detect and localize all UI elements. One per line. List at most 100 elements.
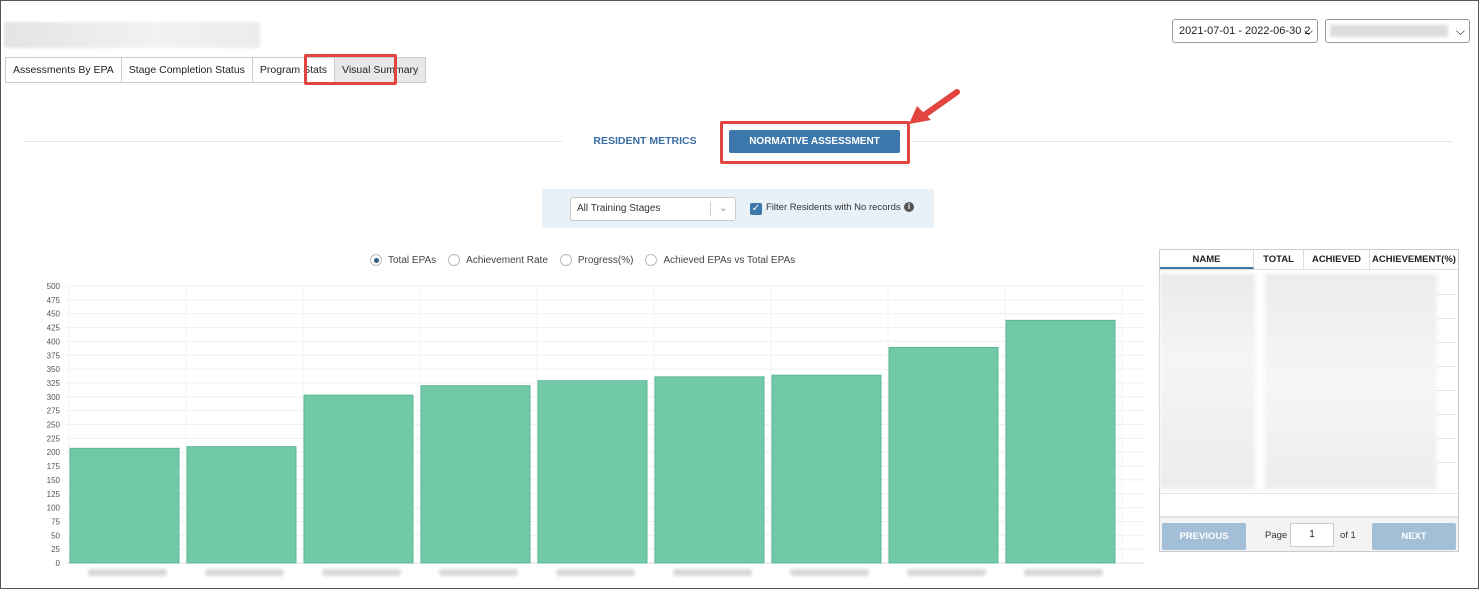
page-label: Page <box>1265 530 1288 541</box>
blurred-x-tick-label <box>439 569 518 576</box>
bar <box>1005 319 1116 564</box>
blurred-x-tick-label <box>88 569 167 576</box>
info-icon[interactable]: i <box>904 202 914 212</box>
blurred-name-column <box>1160 274 1255 489</box>
annotation-arrow-icon <box>909 89 960 124</box>
y-tick-label: 425 <box>47 324 61 333</box>
table-header: NAME TOTAL ACHIEVED ACHIEVEMENT(%) <box>1160 250 1458 270</box>
date-range-value: 2021-07-01 - 2022-06-30 2 <box>1179 25 1311 37</box>
training-stage-value: All Training Stages <box>577 203 661 214</box>
radio-label: Achieved EPAs vs Total EPAs <box>663 254 796 266</box>
total-epas-bar-chart: 0 25 50 75 100 125 150 175 200 225 250 275 300 325 350… <box>47 282 1145 576</box>
chevron-down-icon: ⌵ <box>1303 24 1313 38</box>
bar <box>186 446 297 564</box>
divider-left <box>24 141 562 142</box>
y-tick-label: 150 <box>47 476 61 485</box>
column-header-achievement-pct[interactable]: ACHIEVEMENT(%) <box>1370 250 1458 269</box>
blurred-value-columns <box>1265 274 1437 489</box>
blurred-x-tick-label <box>205 569 284 576</box>
y-tick-label: 450 <box>47 310 61 319</box>
next-page-button[interactable]: NEXT <box>1372 523 1456 550</box>
y-tick-label: 275 <box>47 407 61 416</box>
bar <box>537 380 648 564</box>
blurred-x-tick-label <box>322 569 401 576</box>
highlight-box-normative-assessment <box>720 121 910 164</box>
y-tick-label: 100 <box>47 504 61 513</box>
table-body <box>1160 270 1458 493</box>
filter-panel: All Training Stages ⌄ ✓ Filter Residents… <box>542 189 934 228</box>
column-header-achieved[interactable]: ACHIEVED <box>1304 250 1370 269</box>
blurred-select-value <box>1330 25 1448 37</box>
blurred-x-tick-label <box>556 569 635 576</box>
y-tick-label: 500 <box>47 282 61 291</box>
row-divider <box>1436 414 1456 415</box>
radio-progress[interactable]: Progress(%) <box>559 254 634 266</box>
resident-select[interactable]: ⌵ <box>1325 19 1470 43</box>
chevron-down-icon: ⌵ <box>1455 24 1465 38</box>
blurred-page-title <box>4 22 260 48</box>
training-stage-select[interactable]: All Training Stages ⌄ <box>570 197 736 221</box>
column-header-name[interactable]: NAME <box>1160 250 1254 269</box>
y-tick-label: 300 <box>47 393 61 402</box>
blurred-x-tick-label <box>1024 569 1103 576</box>
bar <box>303 394 414 564</box>
y-tick-label: 0 <box>56 559 61 568</box>
bar <box>420 385 531 564</box>
blurred-x-tick-label <box>907 569 986 576</box>
blurred-x-tick-label <box>673 569 752 576</box>
pagination-bar: PREVIOUS Page 1 of 1 NEXT <box>1160 517 1458 551</box>
y-tick-label: 225 <box>47 434 61 443</box>
date-range-select[interactable]: 2021-07-01 - 2022-06-30 2 ⌵ <box>1172 19 1318 43</box>
bar <box>888 346 999 564</box>
table-footer-row <box>1160 493 1458 517</box>
column-header-total[interactable]: TOTAL <box>1254 250 1304 269</box>
radio-button[interactable] <box>370 254 382 266</box>
row-divider <box>1436 462 1456 463</box>
radio-button[interactable] <box>559 254 572 266</box>
chart-mode-radio-group: Total EPAs Achievement Rate Progress(%) … <box>370 254 795 266</box>
page-count-label: of 1 <box>1340 530 1356 541</box>
bar <box>654 376 765 564</box>
y-tick-label: 75 <box>51 517 60 526</box>
y-tick-label: 475 <box>47 296 61 305</box>
tab-assessments-by-epa[interactable]: Assessments By EPA <box>6 58 122 82</box>
row-divider <box>1436 318 1456 319</box>
y-tick-label: 400 <box>47 337 61 346</box>
blurred-x-tick-label <box>790 569 869 576</box>
radio-total-epas[interactable]: Total EPAs <box>370 254 436 266</box>
y-tick-label: 200 <box>47 448 61 457</box>
y-tick-label: 175 <box>47 462 61 471</box>
radio-button[interactable] <box>448 254 461 266</box>
row-divider <box>1436 342 1456 343</box>
resident-summary-table: NAME TOTAL ACHIEVED ACHIEVEMENT(%) PREVI… <box>1159 249 1459 552</box>
previous-page-button[interactable]: PREVIOUS <box>1162 523 1246 550</box>
bar <box>771 374 882 564</box>
filter-no-records-label: Filter Residents with No records <box>766 202 901 213</box>
y-tick-label: 350 <box>47 365 61 374</box>
chevron-down-icon: ⌄ <box>718 202 728 214</box>
y-tick-label: 50 <box>51 531 60 540</box>
y-tick-label: 25 <box>51 545 60 554</box>
y-tick-label: 375 <box>47 351 61 360</box>
highlight-box-visual-summary <box>304 54 397 85</box>
divider-right <box>912 141 1452 142</box>
row-divider <box>1436 366 1456 367</box>
radio-label: Achievement Rate <box>466 254 548 266</box>
y-tick-label: 125 <box>47 490 61 499</box>
bar <box>69 447 180 564</box>
row-divider <box>1436 390 1456 391</box>
radio-label: Progress(%) <box>577 254 634 266</box>
radio-button[interactable] <box>645 254 658 266</box>
y-tick-label: 250 <box>47 421 61 430</box>
page-number-input[interactable]: 1 <box>1290 523 1334 547</box>
filter-no-records-checkbox[interactable]: ✓ <box>750 203 762 215</box>
select-divider <box>710 202 711 216</box>
radio-achieved-vs-total[interactable]: Achieved EPAs vs Total EPAs <box>645 254 795 266</box>
tab-stage-completion-status[interactable]: Stage Completion Status <box>122 58 253 82</box>
radio-achievement-rate[interactable]: Achievement Rate <box>448 254 548 266</box>
row-divider <box>1436 438 1456 439</box>
y-tick-label: 325 <box>47 379 61 388</box>
resident-metrics-link[interactable]: RESIDENT METRICS <box>575 135 715 147</box>
row-divider <box>1436 294 1456 295</box>
radio-label: Total EPAs <box>388 254 437 266</box>
